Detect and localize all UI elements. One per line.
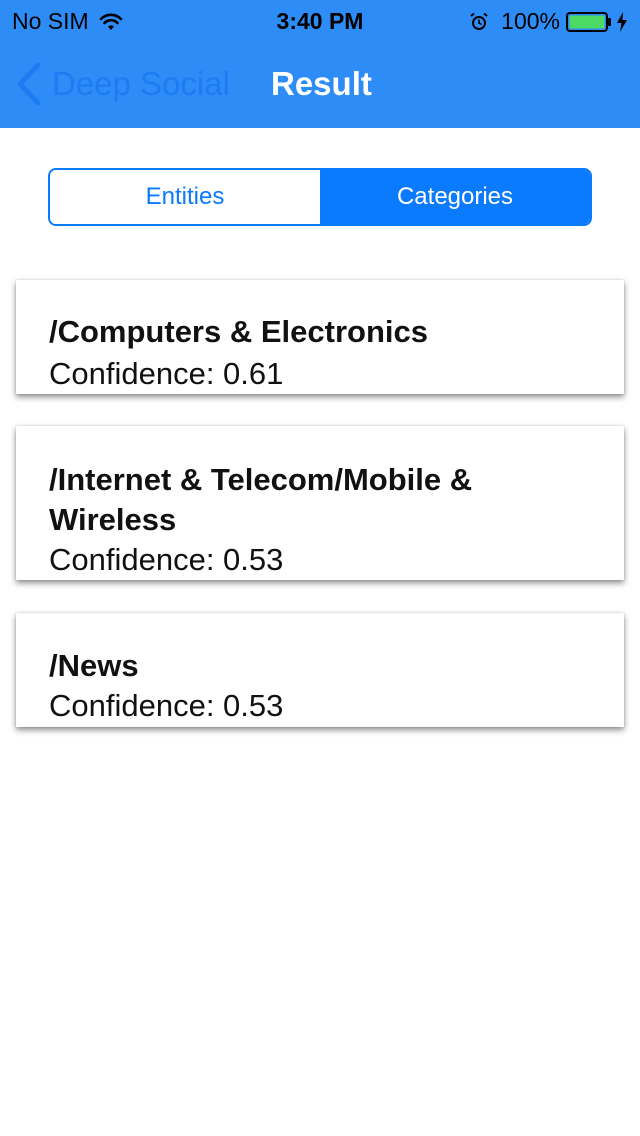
result-card[interactable]: /Internet & Telecom/Mobile & Wireless Co… — [16, 426, 624, 580]
result-card[interactable]: /Computers & Electronics Confidence: 0.6… — [16, 280, 624, 394]
page-title: Result — [271, 65, 372, 102]
confidence-label: Confidence: 0.53 — [49, 542, 284, 577]
status-right: 100% — [469, 8, 628, 35]
back-button-label: Deep Social — [52, 65, 230, 102]
segmented-control: Entities Categories — [48, 168, 592, 226]
battery-icon — [566, 11, 611, 32]
charging-bolt-icon — [617, 11, 627, 32]
header: No SIM 3:40 PM 100% Deep Social Result — [0, 0, 640, 128]
category-label: /News — [49, 648, 139, 683]
confidence-label: Confidence: 0.61 — [49, 356, 284, 391]
alarm-icon — [470, 12, 488, 30]
battery-percent: 100% — [501, 8, 560, 34]
back-button[interactable]: Deep Social — [16, 62, 230, 106]
category-label: /Internet & Telecom/Mobile & Wireless — [49, 462, 473, 537]
chevron-left-icon — [17, 62, 41, 106]
status-bar: No SIM 3:40 PM 100% — [0, 0, 640, 40]
tab-entities[interactable]: Entities — [50, 170, 320, 224]
confidence-label: Confidence: 0.53 — [49, 688, 284, 723]
result-card[interactable]: /News Confidence: 0.53 — [16, 613, 624, 727]
tab-categories[interactable]: Categories — [320, 170, 590, 224]
navigation-bar: Deep Social Result — [0, 40, 640, 128]
category-label: /Computers & Electronics — [49, 314, 428, 349]
